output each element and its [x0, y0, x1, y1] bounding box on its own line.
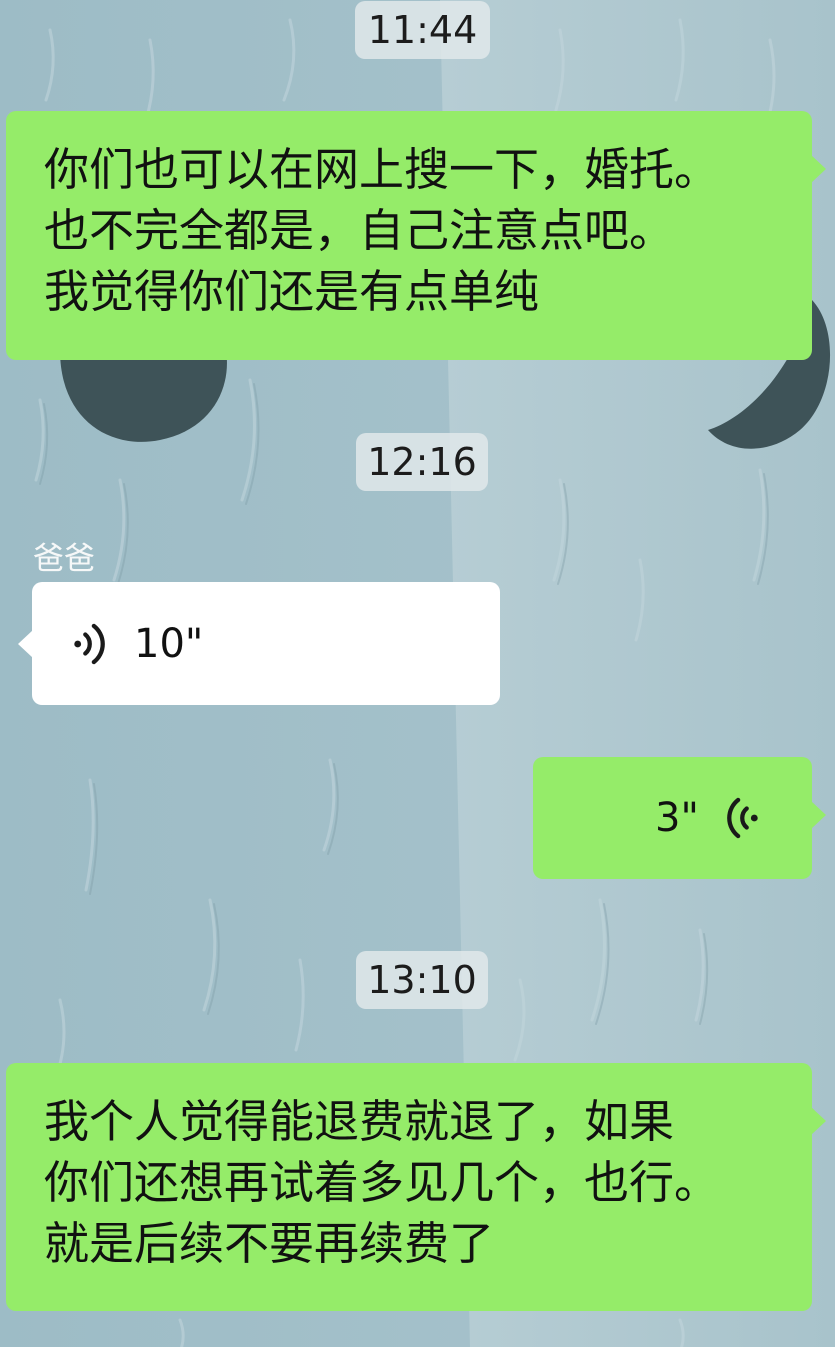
voice-wave-left-icon: [727, 797, 758, 839]
message-line: 也不完全都是，自己注意点吧。: [44, 204, 675, 257]
bubble-tail: [811, 155, 826, 183]
bubble-tail: [811, 801, 826, 829]
voice-duration: 10": [134, 621, 204, 667]
timestamp-badge: 12:16: [356, 433, 488, 491]
message-line: 我个人觉得能退费就退了，如果: [44, 1095, 675, 1148]
message-line: 我觉得你们还是有点单纯: [44, 265, 540, 318]
bubble-tail: [811, 1107, 826, 1135]
message-line: 你们还想再试着多见几个，也行。: [44, 1156, 720, 1209]
timestamp-text: 12:16: [367, 440, 477, 484]
timestamp-text: 13:10: [367, 958, 477, 1002]
message-line: 就是后续不要再续费了: [44, 1217, 495, 1270]
message-line: 你们也可以在网上搜一下，婚托。: [44, 143, 720, 196]
outgoing-text-message[interactable]: 你们也可以在网上搜一下，婚托。 也不完全都是，自己注意点吧。 我觉得你们还是有点…: [6, 111, 826, 360]
bubble-tail: [18, 630, 33, 658]
sender-name: 爸爸: [33, 541, 95, 577]
voice-wave-right-icon: [74, 623, 105, 665]
outgoing-text-message[interactable]: 我个人觉得能退费就退了，如果 你们还想再试着多见几个，也行。 就是后续不要再续费…: [6, 1063, 826, 1311]
timestamp-badge: 13:10: [356, 951, 488, 1009]
voice-duration: 3": [655, 795, 699, 841]
timestamp-text: 11:44: [367, 8, 478, 52]
timestamp-badge: 11:44: [355, 1, 490, 59]
